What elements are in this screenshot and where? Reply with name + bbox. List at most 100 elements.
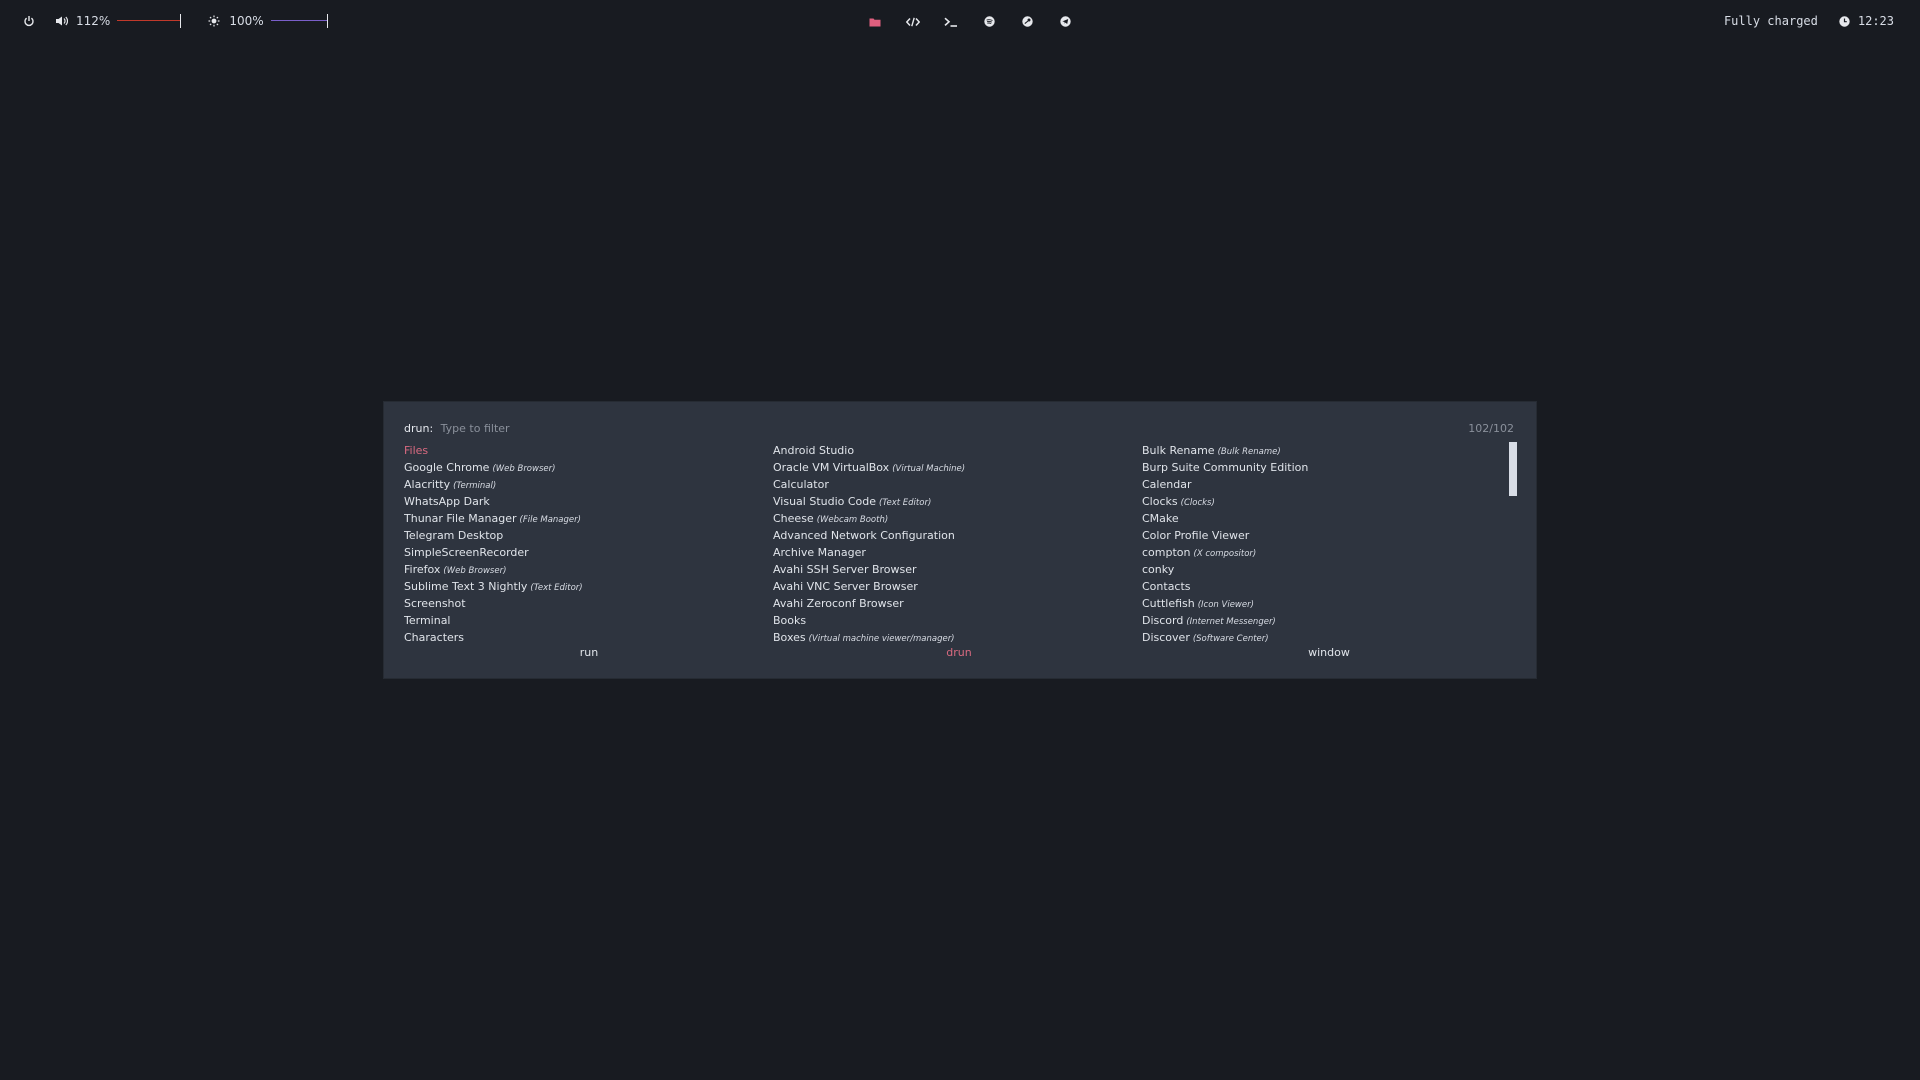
- app-entry-name: Avahi SSH Server Browser: [773, 563, 917, 576]
- app-entry-name: Characters: [404, 631, 465, 644]
- bar-left-section: 112% 100%: [22, 0, 339, 42]
- clock-module[interactable]: 12:23: [1838, 14, 1894, 28]
- app-entry-description: (Web Browser): [443, 566, 507, 576]
- app-entry-name: Telegram Desktop: [404, 529, 504, 542]
- app-entry[interactable]: Calendar: [1142, 476, 1511, 493]
- workspace-code[interactable]: [894, 0, 932, 42]
- app-entry-name: Firefox: [404, 563, 441, 576]
- app-entry[interactable]: Cheese (Webcam Booth): [773, 510, 1142, 527]
- app-entry[interactable]: Oracle VM VirtualBox (Virtual Machine): [773, 459, 1142, 476]
- app-entry-name: Burp Suite Community Edition: [1142, 461, 1309, 474]
- scrollbar[interactable]: [1509, 442, 1517, 496]
- app-entry-name: Discover: [1142, 631, 1190, 644]
- app-entry-name: Thunar File Manager: [404, 512, 517, 525]
- brightness-slider[interactable]: [270, 14, 339, 28]
- workspace-chat[interactable]: [1046, 0, 1084, 42]
- app-entry-name: Calendar: [1142, 478, 1192, 491]
- volume-slider-knob[interactable]: [180, 14, 182, 28]
- steam-icon: [1021, 12, 1033, 31]
- app-entry-name: Boxes: [773, 631, 806, 644]
- mode-drun[interactable]: drun: [774, 646, 1144, 662]
- app-entry-name: Terminal: [404, 614, 451, 627]
- app-entry-name: Clocks: [1142, 495, 1178, 508]
- app-entry-name: SimpleScreenRecorder: [404, 546, 529, 559]
- prompt-label: drun:: [404, 422, 434, 435]
- app-entry-name: Visual Studio Code: [773, 495, 877, 508]
- telegram-icon: [1059, 12, 1071, 31]
- app-entry[interactable]: Burp Suite Community Edition: [1142, 459, 1511, 476]
- app-entry[interactable]: Thunar File Manager (File Manager): [404, 510, 773, 527]
- brightness-icon: [207, 14, 221, 28]
- entry-list: Files Google Chrome (Web Browser) Alacritty…: [404, 442, 1512, 646]
- filter-input[interactable]: Type to filter: [441, 422, 510, 435]
- volume-slider[interactable]: [117, 14, 185, 28]
- app-entry-description: (Clocks): [1180, 498, 1215, 508]
- app-entry[interactable]: SimpleScreenRecorder: [404, 544, 773, 561]
- top-bar: 112% 100% Fully charged 12:23: [0, 0, 1920, 42]
- app-entry[interactable]: Files: [404, 442, 773, 459]
- app-entry[interactable]: Avahi Zeroconf Browser: [773, 595, 1142, 612]
- workspace-files[interactable]: [856, 0, 894, 42]
- volume-module[interactable]: 112%: [54, 14, 185, 28]
- app-entry-name: Files: [404, 444, 429, 457]
- brightness-percent: 100%: [229, 14, 264, 28]
- app-entry[interactable]: Calculator: [773, 476, 1142, 493]
- app-entry-name: Screenshot: [404, 597, 466, 610]
- app-entry-description: (X compositor): [1193, 549, 1257, 559]
- bar-right-section: Fully charged 12:23: [1724, 0, 1894, 42]
- app-entry[interactable]: CMake: [1142, 510, 1511, 527]
- app-entry[interactable]: Terminal: [404, 612, 773, 629]
- app-entry-name: Advanced Network Configuration: [773, 529, 955, 542]
- app-entry[interactable]: Color Profile Viewer: [1142, 527, 1511, 544]
- app-entry[interactable]: Characters: [404, 629, 773, 646]
- app-entry-description: (Virtual machine viewer/manager): [808, 634, 955, 644]
- mode-run[interactable]: run: [404, 646, 774, 662]
- app-entry-name: compton: [1142, 546, 1191, 559]
- app-entry[interactable]: Visual Studio Code (Text Editor): [773, 493, 1142, 510]
- workspace-music[interactable]: [970, 0, 1008, 42]
- app-entry[interactable]: Screenshot: [404, 595, 773, 612]
- app-entry-name: Calculator: [773, 478, 829, 491]
- app-entry[interactable]: conky: [1142, 561, 1511, 578]
- app-entry[interactable]: Avahi SSH Server Browser: [773, 561, 1142, 578]
- power-icon[interactable]: [22, 14, 36, 28]
- app-entry[interactable]: Discord (Internet Messenger): [1142, 612, 1511, 629]
- app-entry-name: WhatsApp Dark: [404, 495, 490, 508]
- app-entry[interactable]: Sublime Text 3 Nightly (Text Editor): [404, 578, 773, 595]
- workspace-games[interactable]: [1008, 0, 1046, 42]
- app-entry[interactable]: Clocks (Clocks): [1142, 493, 1511, 510]
- app-entry[interactable]: Boxes (Virtual machine viewer/manager): [773, 629, 1142, 646]
- app-entry[interactable]: Firefox (Web Browser): [404, 561, 773, 578]
- app-entry[interactable]: Android Studio: [773, 442, 1142, 459]
- app-entry[interactable]: Alacritty (Terminal): [404, 476, 773, 493]
- workspace-terminal[interactable]: [932, 0, 970, 42]
- entry-counter: 102/102: [1468, 422, 1514, 435]
- app-entry[interactable]: Bulk Rename (Bulk Rename): [1142, 442, 1511, 459]
- app-entry[interactable]: Advanced Network Configuration: [773, 527, 1142, 544]
- app-entry-description: (Web Browser): [492, 464, 556, 474]
- mode-window[interactable]: window: [1144, 646, 1514, 662]
- app-entry-name: Archive Manager: [773, 546, 866, 559]
- workspace-switcher: [856, 0, 1084, 42]
- brightness-module[interactable]: 100%: [207, 14, 338, 28]
- app-entry[interactable]: WhatsApp Dark: [404, 493, 773, 510]
- app-entry[interactable]: compton (X compositor): [1142, 544, 1511, 561]
- app-entry-name: Avahi Zeroconf Browser: [773, 597, 904, 610]
- app-entry[interactable]: Books: [773, 612, 1142, 629]
- brightness-slider-track: [270, 20, 327, 21]
- app-entry-name: Alacritty: [404, 478, 451, 491]
- app-entry-description: (Virtual Machine): [892, 464, 966, 474]
- app-entry-name: Cuttlefish: [1142, 597, 1195, 610]
- app-entry[interactable]: Discover (Software Center): [1142, 629, 1511, 646]
- app-entry[interactable]: Google Chrome (Web Browser): [404, 459, 773, 476]
- battery-status[interactable]: Fully charged: [1724, 14, 1818, 28]
- app-entry-description: (Text Editor): [879, 498, 932, 508]
- app-entry-name: CMake: [1142, 512, 1179, 525]
- app-entry[interactable]: Avahi VNC Server Browser: [773, 578, 1142, 595]
- app-entry[interactable]: Contacts: [1142, 578, 1511, 595]
- app-entry-description: (Internet Messenger): [1186, 617, 1276, 627]
- app-entry[interactable]: Telegram Desktop: [404, 527, 773, 544]
- brightness-slider-knob[interactable]: [326, 14, 328, 28]
- app-entry[interactable]: Cuttlefish (Icon Viewer): [1142, 595, 1511, 612]
- app-entry[interactable]: Archive Manager: [773, 544, 1142, 561]
